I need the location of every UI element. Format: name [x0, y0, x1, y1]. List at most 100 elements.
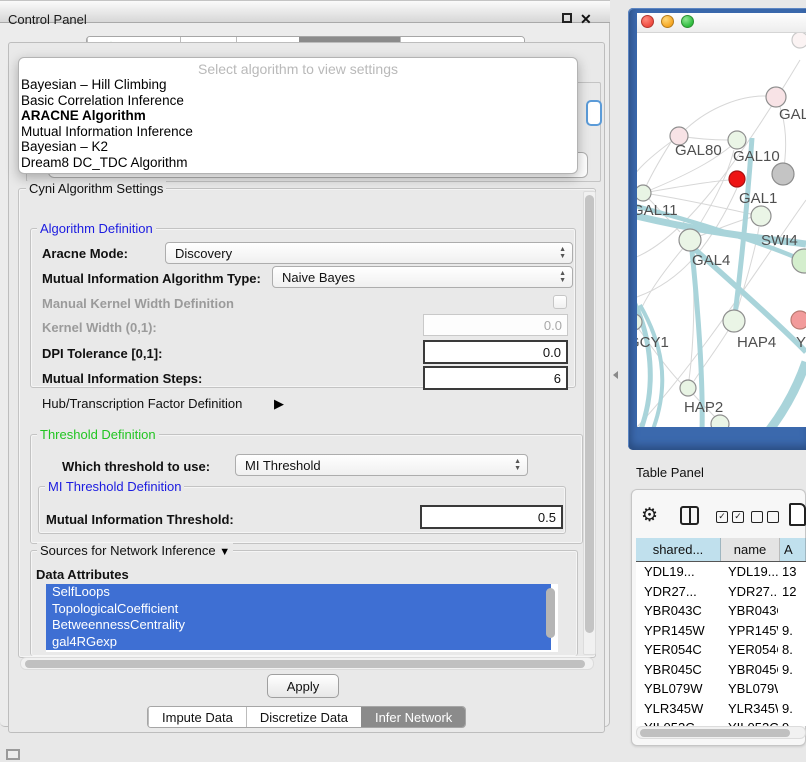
- tab[interactable]: Discretize Data: [246, 707, 361, 727]
- expand-down-icon[interactable]: ▼: [219, 546, 230, 558]
- float-window-icon[interactable]: [562, 13, 572, 23]
- panel-divider-collapse-icon[interactable]: [613, 371, 618, 379]
- network-node[interactable]: [637, 185, 651, 201]
- column-header[interactable]: name: [721, 538, 780, 561]
- network-node-label: GAL80: [675, 142, 722, 159]
- algorithm-option[interactable]: ARACNE Algorithm: [19, 108, 577, 124]
- algorithm-option[interactable]: Bayesian – K2: [19, 139, 577, 155]
- algorithm-option[interactable]: Dream8 DC_TDC Algorithm: [19, 155, 577, 171]
- sources-title[interactable]: Sources for Network Inference ▼: [37, 543, 233, 558]
- attributes-vscroll-thumb[interactable]: [546, 588, 555, 638]
- combo-spinner-icon: ▲▼: [514, 458, 521, 472]
- expand-right-icon[interactable]: ▶: [274, 396, 284, 412]
- network-node[interactable]: [791, 311, 806, 329]
- minimize-traffic-light-icon[interactable]: [661, 15, 674, 28]
- export-table-icon[interactable]: [789, 503, 806, 526]
- aracne-mode-label: Aracne Mode:: [42, 246, 128, 261]
- focused-combo-spinner-fragment[interactable]: [586, 100, 602, 126]
- tab-label: Discretize Data: [260, 710, 348, 725]
- zoom-traffic-light-icon[interactable]: [681, 15, 694, 28]
- control-panel-title: Control Panel: [8, 12, 87, 27]
- which-threshold-label: Which threshold to use:: [62, 459, 210, 474]
- combo-spinner-icon: ▲▼: [559, 270, 566, 284]
- table-row[interactable]: YER054C YER054C 8.: [636, 640, 806, 660]
- network-node-label: SWI4: [761, 232, 798, 249]
- network-node[interactable]: [792, 33, 806, 48]
- apply-button[interactable]: Apply: [267, 674, 339, 698]
- column-header[interactable]: A: [780, 538, 806, 561]
- table-row[interactable]: YLR345W YLR345W 9.: [636, 699, 806, 719]
- list-item[interactable]: TopologicalCoefficient: [46, 601, 551, 618]
- algorithm-dropdown-popup: Select algorithm to view settings Bayesi…: [18, 57, 578, 174]
- table-row[interactable]: YDL19... YDL19... 13: [636, 562, 806, 582]
- algorithm-option[interactable]: Mutual Information Inference: [19, 124, 577, 140]
- table-header-row: shared... name A: [636, 538, 806, 562]
- mi-steps-field[interactable]: 6: [423, 366, 568, 390]
- show-unchecked-icon[interactable]: [751, 511, 779, 523]
- combo-spinner-icon: ▲▼: [559, 246, 566, 260]
- list-item[interactable]: gal4RGexp: [46, 634, 551, 651]
- manual-kernel-label: Manual Kernel Width Definition: [42, 296, 234, 311]
- network-node[interactable]: [680, 380, 696, 396]
- table-row[interactable]: YIL052C YIL052C 9: [636, 718, 806, 726]
- tab[interactable]: Impute Data: [148, 707, 246, 727]
- control-panel-titlebar[interactable]: [0, 0, 610, 23]
- tab-label: Impute Data: [162, 710, 233, 725]
- network-node-label: HAP4: [737, 334, 776, 351]
- algorithm-option[interactable]: Basic Correlation Inference: [19, 93, 577, 109]
- mi-type-value: Naive Bayes: [282, 270, 355, 285]
- list-item[interactable]: SelfLoops: [46, 584, 551, 601]
- network-node[interactable]: [792, 249, 806, 273]
- cyni-algorithm-settings-title: Cyni Algorithm Settings: [26, 181, 166, 196]
- network-node[interactable]: [723, 310, 745, 332]
- manual-kernel-checkbox[interactable]: [553, 295, 567, 309]
- settings-hscroll-thumb[interactable]: [25, 660, 585, 668]
- close-icon[interactable]: ✕: [580, 10, 592, 28]
- table-row[interactable]: YPR145W YPR145W 9.: [636, 621, 806, 641]
- network-node[interactable]: [766, 87, 786, 107]
- network-node-label: GAL: [779, 106, 806, 123]
- columns-icon[interactable]: [680, 506, 699, 525]
- show-checked-icon[interactable]: ✓✓: [716, 511, 744, 523]
- table-row[interactable]: YBR043C YBR043C: [636, 601, 806, 621]
- table-hscroll-thumb[interactable]: [640, 729, 790, 737]
- kernel-width-field[interactable]: 0.0: [423, 314, 568, 336]
- table-row[interactable]: YDR27... YDR27... 12: [636, 582, 806, 602]
- docked-window-icon[interactable]: [6, 749, 20, 760]
- which-threshold-combo[interactable]: MI Threshold ▲▼: [235, 454, 528, 476]
- dpi-tolerance-field[interactable]: 0.0: [423, 340, 568, 364]
- data-attributes-label: Data Attributes: [36, 567, 129, 582]
- mi-steps-label: Mutual Information Steps:: [42, 371, 202, 386]
- network-node-label: GAL4: [692, 252, 730, 269]
- threshold-definition-title: Threshold Definition: [37, 427, 159, 442]
- network-canvas[interactable]: GALGAL80GAL10GAL1GAL11SWI4GAL4GCY1HAP4YH…: [637, 33, 806, 427]
- hub-definition-label[interactable]: Hub/Transcription Factor Definition: [42, 396, 242, 411]
- algorithm-option[interactable]: Bayesian – Hill Climbing: [19, 77, 577, 93]
- tab[interactable]: Infer Network: [361, 707, 465, 727]
- dpi-tolerance-label: DPI Tolerance [0,1]:: [42, 346, 162, 361]
- gear-icon[interactable]: ⚙: [641, 504, 658, 527]
- bottom-tabs: Impute Data Discretize Data Infer Networ…: [147, 706, 466, 728]
- network-node[interactable]: [679, 229, 701, 251]
- mi-threshold-label: Mutual Information Threshold:: [46, 512, 234, 527]
- mi-threshold-field[interactable]: 0.5: [420, 505, 563, 529]
- column-header[interactable]: shared...: [636, 538, 721, 561]
- table-body: YDL19... YDL19... 13 YDR27... YDR27... 1…: [636, 562, 806, 726]
- aracne-mode-combo[interactable]: Discovery ▲▼: [165, 242, 573, 264]
- algorithm-definition-title: Algorithm Definition: [37, 221, 156, 236]
- network-node[interactable]: [751, 206, 771, 226]
- network-node[interactable]: [728, 131, 746, 149]
- table-row[interactable]: YBL079W YBL079W: [636, 679, 806, 699]
- node-table: shared... name A YDL19... YDL19... 13 YD…: [636, 538, 806, 726]
- network-node-label: Y: [796, 334, 806, 351]
- list-item[interactable]: BetweennessCentrality: [46, 617, 551, 634]
- network-node[interactable]: [729, 171, 745, 187]
- close-traffic-light-icon[interactable]: [641, 15, 654, 28]
- table-panel-title: Table Panel: [636, 465, 704, 480]
- settings-vscroll-thumb[interactable]: [585, 195, 594, 633]
- mi-type-combo[interactable]: Naive Bayes ▲▼: [272, 266, 573, 288]
- network-node[interactable]: [772, 163, 794, 185]
- table-row[interactable]: YBR045C YBR045C 9.: [636, 660, 806, 680]
- tab-label: Infer Network: [375, 710, 452, 725]
- network-node[interactable]: [711, 415, 729, 427]
